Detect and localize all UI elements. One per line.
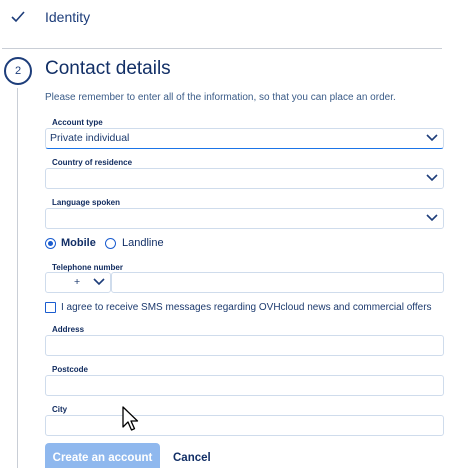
telephone-label: Telephone number	[52, 263, 123, 272]
language-select[interactable]	[45, 208, 444, 229]
sms-consent-label[interactable]: I agree to receive SMS messages regardin…	[61, 302, 432, 313]
create-account-button[interactable]: Create an account	[45, 443, 160, 468]
intro-text: Please remember to enter all of the info…	[45, 92, 396, 103]
country-code-prefix: +	[74, 276, 81, 288]
telephone-input[interactable]	[111, 272, 444, 293]
section-title: Contact details	[45, 58, 171, 79]
step-connector-line	[17, 88, 18, 468]
cancel-button[interactable]: Cancel	[173, 452, 211, 464]
step-identity-label[interactable]: Identity	[45, 9, 90, 25]
landline-radio-label[interactable]: Landline	[122, 237, 164, 249]
chevron-down-icon	[93, 278, 105, 286]
city-label: City	[52, 405, 68, 414]
account-type-label: Account type	[52, 118, 103, 127]
mobile-radio[interactable]	[45, 238, 56, 249]
address-input[interactable]	[45, 335, 444, 356]
city-input[interactable]	[45, 415, 444, 436]
chevron-down-icon	[426, 174, 438, 182]
checkmark-icon	[11, 11, 25, 23]
account-type-select[interactable]: Private individual	[45, 128, 444, 149]
divider	[2, 48, 442, 49]
chevron-down-icon	[426, 214, 438, 222]
country-code-select[interactable]: +	[45, 272, 111, 293]
mobile-radio-label[interactable]: Mobile	[61, 237, 96, 249]
landline-radio[interactable]	[105, 238, 116, 249]
country-select[interactable]	[45, 168, 444, 189]
address-label: Address	[52, 325, 85, 334]
account-type-value: Private individual	[50, 132, 130, 144]
postcode-label: Postcode	[52, 365, 89, 374]
chevron-down-icon	[426, 134, 438, 142]
step-number: 2	[14, 65, 22, 77]
language-label: Language spoken	[52, 198, 121, 207]
create-account-button-label: Create an account	[52, 452, 153, 464]
postcode-input[interactable]	[45, 375, 444, 396]
step-number-badge: 2	[4, 57, 32, 85]
country-label: Country of residence	[52, 158, 133, 167]
sms-consent-checkbox[interactable]	[45, 302, 56, 313]
mouse-cursor-icon	[122, 406, 139, 431]
